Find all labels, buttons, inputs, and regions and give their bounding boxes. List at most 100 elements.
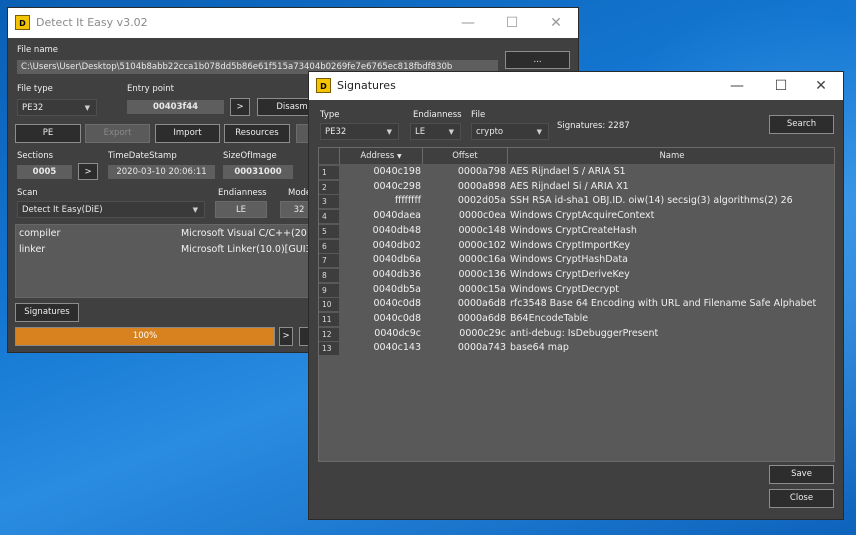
table-row[interactable]: 8 0040db36 0000c136 Windows CryptDeriveKey — [319, 268, 834, 283]
browse-button[interactable]: ... — [505, 51, 570, 69]
signature-file-select[interactable]: crypto ▼ — [471, 123, 549, 140]
close-icon[interactable]: ✕ — [534, 8, 578, 38]
chevron-down-icon: ▼ — [84, 104, 90, 112]
row-index: 2 — [319, 180, 339, 194]
signatures-button[interactable]: Signatures — [15, 303, 79, 322]
table-row[interactable]: 1 0040c198 0000a798 AES Rijndael S / ARIA S… — [319, 165, 834, 180]
endianness-field[interactable]: LE — [215, 201, 267, 218]
table-row[interactable]: 5 0040db48 0000c148 Windows CryptCreateHash — [319, 224, 834, 239]
file-type-value: PE32 — [22, 103, 44, 113]
column-header-name[interactable]: Name — [508, 148, 834, 164]
offset-cell: 0000a898 — [457, 180, 506, 192]
address-cell: 0040daea — [373, 210, 421, 222]
column-header-address[interactable]: Address ▼ — [340, 148, 423, 164]
scan-engine-select[interactable]: Detect It Easy(DiE) ▼ — [17, 201, 205, 218]
scan-results-list[interactable]: compiler Microsoft Visual C/C++(2015 lin… — [15, 224, 319, 298]
type-label: Type — [320, 110, 340, 120]
signatures-window-title: Signatures — [337, 79, 396, 92]
row-index: 7 — [319, 254, 339, 268]
name-cell: anti-debug: IsDebuggerPresent — [510, 327, 659, 339]
endianness-select[interactable]: LE ▼ — [410, 123, 461, 140]
maximize-icon[interactable]: ☐ — [490, 8, 534, 38]
name-cell: AES Rijndael S / ARIA S1 — [510, 166, 626, 177]
table-row[interactable]: 10 0040c0d8 0000a6d8 rfc3548 Base 64 Encodi… — [319, 297, 834, 312]
export-button[interactable]: Export — [85, 124, 150, 143]
entry-point-go-button[interactable]: > — [230, 98, 250, 116]
file-name-label: File name — [17, 45, 59, 55]
table-row[interactable]: 6 0040db02 0000c102 Windows CryptImportKey — [319, 239, 834, 254]
table-row[interactable]: 12 0040dc9c 0000c29c anti-debug: IsDebugger… — [319, 327, 834, 342]
search-button[interactable]: Search — [769, 115, 834, 134]
address-cell: 0040c198 — [373, 166, 421, 177]
table-row[interactable]: 3 ffffffff 0002d05a SSH RSA id-sha1 OBJ.ID.… — [319, 194, 834, 209]
table-header: Address ▼ Offset Name — [319, 148, 834, 164]
progress-go-button[interactable]: > — [279, 327, 293, 346]
type-select[interactable]: PE32 ▼ — [320, 123, 399, 140]
close-icon[interactable]: ✕ — [799, 72, 843, 100]
address-cell: ffffffff — [394, 195, 421, 207]
row-index: 8 — [319, 268, 339, 282]
table-row[interactable]: 13 0040c143 0000a743 base64 map — [319, 341, 834, 356]
maximize-icon[interactable]: ☐ — [759, 72, 803, 100]
offset-cell: 0000a743 — [457, 342, 506, 354]
offset-cell: 0000c15a — [458, 283, 506, 295]
signatures-titlebar[interactable]: D Signatures — ☐ ✕ — [309, 72, 843, 100]
file-type-select[interactable]: PE32 ▼ — [17, 99, 97, 116]
sizeofimage-field[interactable]: 00031000 — [223, 165, 293, 179]
table-row[interactable]: 4 0040daea 0000c0ea Windows CryptAcquireCon… — [319, 209, 834, 224]
address-cell: 0040db36 — [372, 268, 421, 280]
signatures-table[interactable]: Address ▼ Offset Name 1 0040c198 0000a798 A… — [318, 147, 835, 462]
row-index: 1 — [319, 166, 339, 179]
chevron-down-icon: ▼ — [386, 128, 392, 136]
scan-result-row[interactable]: compiler Microsoft Visual C/C++(2015 — [16, 226, 319, 242]
die-titlebar[interactable]: D Detect It Easy v3.02 — ☐ ✕ — [8, 8, 578, 38]
address-cell: 0040c0d8 — [373, 298, 421, 310]
sections-field[interactable]: 0005 — [17, 165, 72, 179]
entry-point-field[interactable]: 00403f44 — [127, 100, 224, 114]
timedatestamp-field[interactable]: 2020-03-10 20:06:11 — [108, 165, 215, 179]
signature-file-value: crypto — [476, 127, 504, 137]
scan-result-row[interactable]: linker Microsoft Linker(10.0)[GUI32 — [16, 242, 318, 258]
table-row[interactable]: 7 0040db6a 0000c16a Windows CryptHashData — [319, 253, 834, 268]
name-cell: Windows CryptImportKey — [510, 239, 631, 251]
chevron-down-icon: ▼ — [192, 206, 198, 214]
scan-result-value: Microsoft Visual C/C++(2015 — [181, 228, 319, 239]
chevron-down-icon: ▼ — [536, 128, 542, 136]
row-index: 10 — [319, 298, 339, 312]
name-cell: rfc3548 Base 64 Encoding with URL and Fi… — [510, 298, 817, 310]
minimize-icon[interactable]: — — [715, 72, 759, 100]
minimize-icon[interactable]: — — [446, 8, 490, 38]
table-row[interactable]: 11 0040c0d8 0000a6d8 B64EncodeTable — [319, 312, 834, 327]
row-index: 3 — [319, 195, 339, 209]
row-index: 11 — [319, 313, 339, 326]
name-cell: SSH RSA id-sha1 OBJ.ID. oiw(14) secsig(3… — [510, 195, 793, 207]
name-cell: base64 map — [510, 342, 569, 354]
scan-result-value: Microsoft Linker(10.0)[GUI32 — [181, 244, 318, 255]
name-cell: AES Rijndael Si / ARIA X1 — [510, 180, 629, 192]
name-cell: Windows CryptCreateHash — [510, 224, 637, 236]
save-button[interactable]: Save — [769, 465, 834, 484]
name-cell: Windows CryptDecrypt — [510, 283, 620, 295]
column-header-offset[interactable]: Offset — [423, 148, 508, 164]
resources-button[interactable]: Resources — [224, 124, 290, 143]
table-row[interactable]: 2 0040c298 0000a898 AES Rijndael Si / ARIA … — [319, 180, 834, 195]
address-cell: 0040dc9c — [374, 327, 421, 339]
type-value: PE32 — [325, 127, 347, 137]
row-index: 5 — [319, 224, 339, 238]
import-button[interactable]: Import — [155, 124, 220, 143]
signatures-count: Signatures: 2287 — [557, 121, 630, 131]
table-row[interactable]: 9 0040db5a 0000c15a Windows CryptDecrypt — [319, 283, 834, 298]
sections-go-button[interactable]: > — [78, 163, 98, 180]
scan-result-type: linker — [19, 244, 46, 255]
chevron-down-icon: ▼ — [448, 128, 454, 136]
endianness-label: Endianness — [413, 110, 462, 120]
offset-cell: 0000c16a — [458, 254, 506, 266]
pe-button[interactable]: PE — [15, 124, 81, 143]
die-app-icon: D — [15, 15, 30, 30]
close-button[interactable]: Close — [769, 489, 834, 508]
offset-cell: 0000a798 — [457, 166, 506, 177]
signatures-app-icon: D — [316, 78, 331, 93]
sections-label: Sections — [17, 151, 54, 161]
offset-cell: 0000a6d8 — [457, 313, 506, 324]
progress-text: 100% — [132, 331, 158, 341]
